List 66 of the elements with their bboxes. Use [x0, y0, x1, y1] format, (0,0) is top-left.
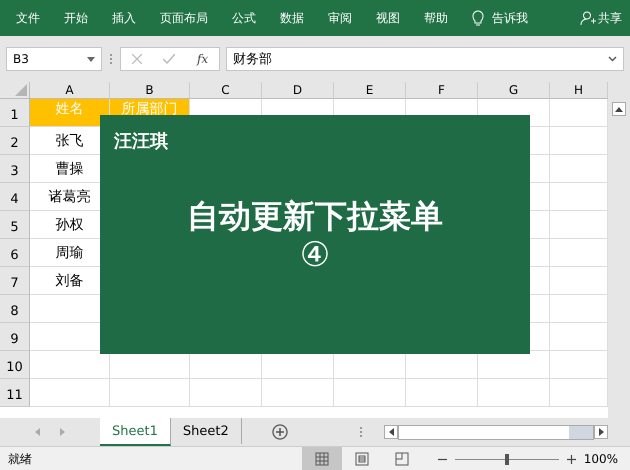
table-cell	[190, 379, 262, 407]
column-header[interactable]: G	[478, 82, 550, 99]
scroll-right-icon[interactable]	[598, 428, 604, 436]
banner-title: 自动更新下拉菜单	[187, 196, 443, 237]
page-layout-icon	[354, 452, 369, 466]
zoom-thumb[interactable]	[504, 454, 509, 464]
ribbon-tab[interactable]: 公式	[232, 10, 256, 26]
view-button[interactable]	[302, 447, 342, 470]
status-text: 就绪	[8, 450, 32, 468]
sheet-tab[interactable]: Sheet1	[100, 418, 171, 446]
row-header[interactable]: 10	[0, 351, 30, 379]
ribbon-tab[interactable]: 开始	[64, 10, 88, 26]
scroll-up-icon	[615, 106, 623, 112]
check-icon[interactable]	[163, 54, 176, 64]
table-cell	[334, 379, 406, 407]
scroll-thumb[interactable]	[569, 426, 593, 438]
grip-icon	[108, 54, 114, 64]
lightbulb-icon	[472, 10, 484, 26]
column-header[interactable]: B	[110, 82, 190, 99]
column-header[interactable]: E	[334, 82, 406, 99]
column-header[interactable]: A	[30, 82, 110, 99]
column-header[interactable]: H	[550, 82, 608, 99]
row-header[interactable]: 1	[0, 99, 30, 127]
episode-number: ④	[300, 235, 330, 275]
add-sheet-icon[interactable]	[272, 424, 288, 440]
table-cell	[406, 379, 478, 407]
zoom-in-icon[interactable]	[566, 454, 576, 464]
ribbon-tab[interactable]: 数据	[280, 10, 304, 26]
author-name: 汪汪琪	[114, 130, 168, 153]
header-cell: 姓名	[30, 99, 110, 127]
row-header[interactable]: 4	[0, 183, 30, 211]
row-header[interactable]: 6	[0, 239, 30, 267]
row-header[interactable]: 2	[0, 127, 30, 155]
tell-me-link[interactable]: 告诉我	[492, 10, 528, 26]
share-button[interactable]: 共享	[580, 10, 622, 26]
grip-icon	[358, 427, 364, 437]
row-header[interactable]: 5	[0, 211, 30, 239]
row-header[interactable]: 11	[0, 379, 30, 407]
insert-function-button[interactable]: fx	[196, 52, 208, 66]
ribbon-tab[interactable]: 文件	[16, 10, 40, 26]
table-cell	[262, 379, 334, 407]
row-header[interactable]: 3	[0, 155, 30, 183]
ribbon-tab[interactable]: 插入	[112, 10, 136, 26]
ribbon-tab[interactable]: 帮助	[424, 10, 448, 26]
page-break-icon	[394, 452, 409, 466]
ribbon-tab[interactable]: 页面布局	[160, 10, 208, 26]
column-header[interactable]: F	[406, 82, 478, 99]
row-header[interactable]: 8	[0, 295, 30, 323]
caret-icon	[87, 56, 95, 62]
scroll-left-icon[interactable]	[388, 428, 394, 436]
ribbon-tab[interactable]: 审阅	[328, 10, 352, 26]
column-header[interactable]: D	[262, 82, 334, 99]
row-header[interactable]: 7	[0, 267, 30, 295]
ribbon-tab[interactable]: 视图	[376, 10, 400, 26]
row-header[interactable]: 9	[0, 323, 30, 351]
person-plus-icon	[580, 10, 596, 26]
sheet-tab[interactable]: Sheet2	[170, 418, 242, 444]
normal-view-icon	[314, 452, 329, 466]
table-cell	[478, 379, 550, 407]
name-box[interactable]: B3	[6, 47, 102, 71]
scroll-up-button[interactable]	[612, 102, 626, 116]
formula-field[interactable]: 财务部	[226, 47, 624, 71]
chevron-icon	[608, 56, 617, 62]
zoom-level[interactable]: 100%	[584, 452, 618, 466]
horizontal-scrollbar[interactable]	[384, 424, 608, 440]
column-header[interactable]: C	[190, 82, 262, 99]
